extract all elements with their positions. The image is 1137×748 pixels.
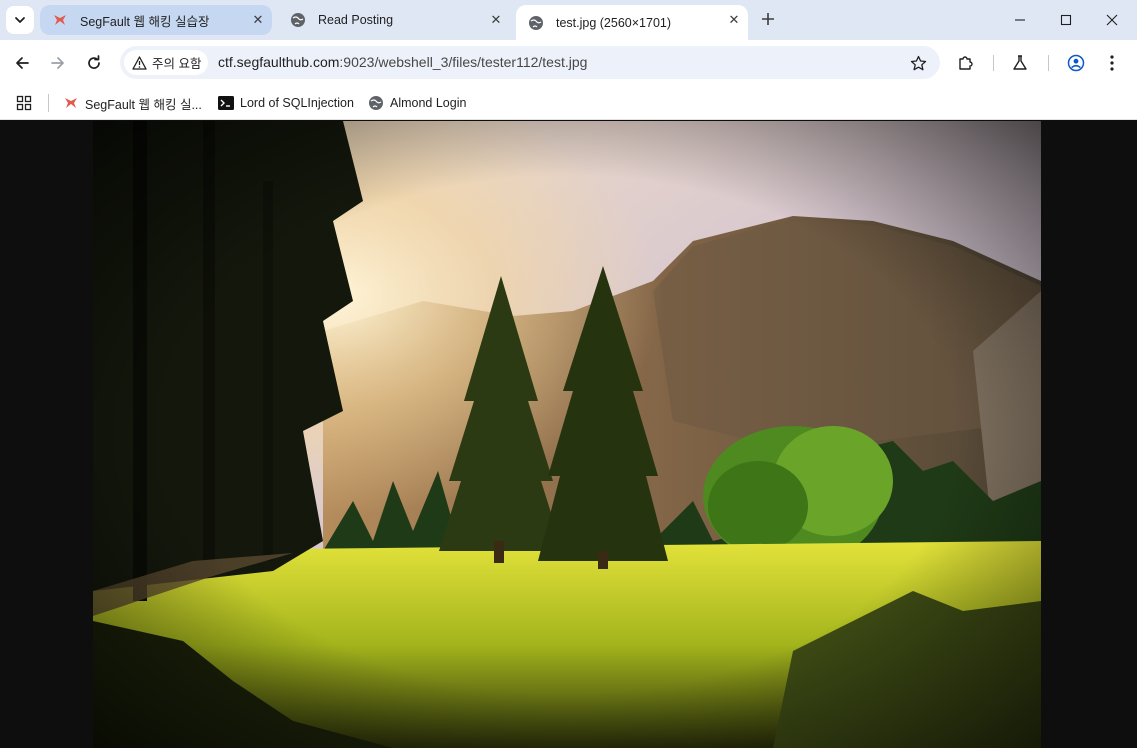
segfault-logo-icon [52, 12, 68, 28]
new-tab-button[interactable] [757, 8, 779, 30]
url-text[interactable]: ctf.segfaulthub.com:9023/webshell_3/file… [218, 54, 587, 70]
close-icon[interactable]: ✕ [726, 12, 742, 28]
minimize-button[interactable] [997, 0, 1043, 40]
menu-button[interactable] [1100, 51, 1124, 75]
close-icon[interactable]: ✕ [250, 12, 266, 28]
profile-button[interactable] [1064, 51, 1088, 75]
segfault-logo-icon [63, 95, 79, 111]
bookmark-label: Lord of SQLInjection [240, 96, 354, 110]
tab-strip: SegFault 웹 해킹 실습장 ✕ Read Posting ✕ test.… [0, 0, 1137, 40]
tab-title: test.jpg (2560×1701) [556, 15, 672, 30]
reload-icon [88, 55, 100, 69]
toolbar-divider [993, 55, 994, 71]
minimize-icon [1015, 19, 1025, 21]
flask-icon [1013, 55, 1027, 70]
extensions-button[interactable] [954, 51, 978, 75]
plus-icon [762, 13, 774, 25]
displayed-image[interactable] [93, 121, 1041, 748]
security-label: 주의 요함 [152, 57, 202, 71]
window-close-button[interactable] [1089, 0, 1135, 40]
arrow-right-icon [51, 57, 64, 69]
star-icon [910, 55, 926, 70]
address-bar[interactable]: 주의 요함 ctf.segfaulthub.com:9023/webshell_… [120, 46, 940, 79]
security-indicator[interactable]: 주의 요함 [124, 50, 208, 75]
maximize-button[interactable] [1043, 0, 1089, 40]
apps-grid-icon [16, 95, 32, 111]
back-button[interactable] [9, 50, 35, 76]
account-icon [1067, 54, 1085, 72]
globe-icon [528, 15, 544, 31]
maximize-icon [1060, 14, 1072, 26]
tab-segfault[interactable]: SegFault 웹 해킹 실습장 ✕ [40, 5, 272, 35]
url-host: ctf.segfaulthub.com [218, 54, 340, 70]
close-icon[interactable]: ✕ [488, 12, 504, 28]
apps-button[interactable] [16, 92, 32, 114]
forest-meadow-mountain-sunset-icon [93, 121, 1041, 748]
tab-search-button[interactable] [6, 6, 34, 34]
forward-button[interactable] [45, 50, 71, 76]
puzzle-icon [959, 56, 973, 70]
bookmarks-divider [48, 94, 49, 112]
url-path: :9023/webshell_3/files/tester112/test.jp… [339, 54, 588, 70]
tab-read-posting[interactable]: Read Posting ✕ [278, 5, 510, 35]
toolbar: 주의 요함 ctf.segfaulthub.com:9023/webshell_… [0, 40, 1137, 86]
bookmark-label: SegFault 웹 해킹 실... [85, 97, 202, 112]
labs-button[interactable] [1008, 51, 1032, 75]
bookmark-almond-login[interactable]: Almond Login [368, 92, 466, 114]
bookmark-label: Almond Login [390, 96, 467, 110]
close-icon [1106, 14, 1118, 26]
reload-button[interactable] [81, 50, 107, 76]
globe-icon [290, 12, 306, 28]
chevron-down-icon [15, 17, 25, 23]
bookmark-segfault[interactable]: SegFault 웹 해킹 실... [63, 92, 202, 114]
bookmark-lord-of-sqlinjection[interactable]: Lord of SQLInjection [218, 92, 354, 114]
tab-title: Read Posting [318, 13, 394, 27]
arrow-left-icon [16, 57, 29, 69]
bookmark-star-button[interactable] [908, 53, 928, 73]
tab-title: SegFault 웹 해킹 실습장 [80, 14, 210, 29]
terminal-icon [218, 95, 234, 111]
bookmarks-bar: SegFault 웹 해킹 실... Lord of SQLInjection … [0, 86, 1137, 120]
globe-icon [368, 95, 384, 111]
toolbar-divider [1048, 55, 1049, 71]
image-viewer [0, 121, 1137, 748]
more-vertical-icon [1110, 55, 1114, 71]
tab-test-jpg[interactable]: test.jpg (2560×1701) ✕ [516, 5, 748, 40]
warning-icon [132, 55, 147, 70]
